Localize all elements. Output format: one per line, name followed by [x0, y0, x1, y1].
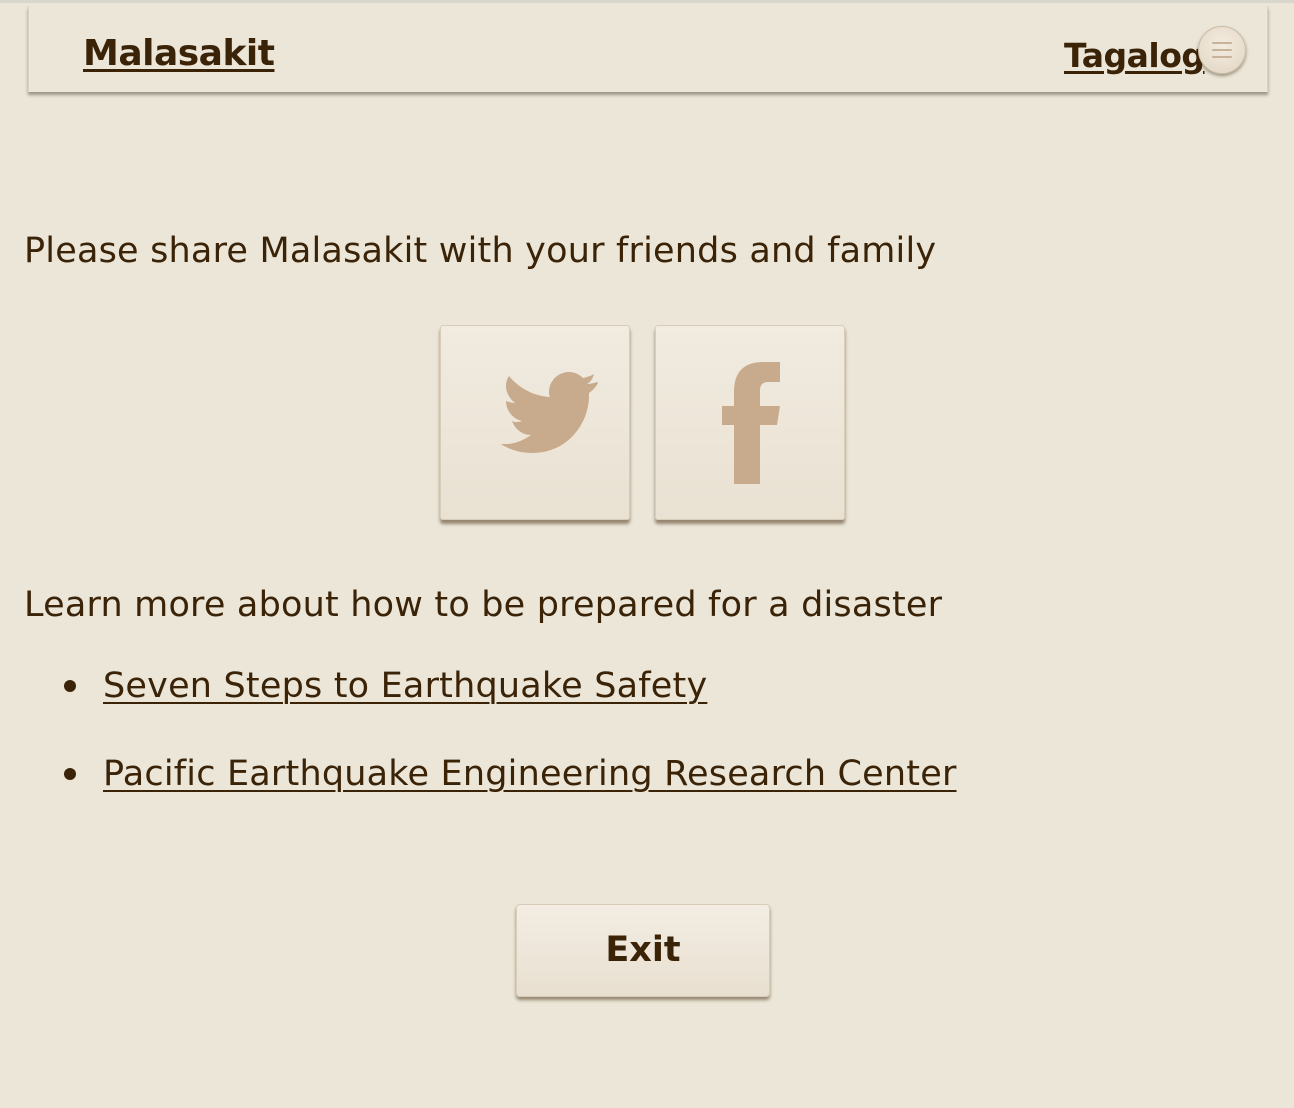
top-border [0, 0, 1294, 3]
app-header: Malasakit Tagalog [28, 6, 1268, 92]
menu-button[interactable] [1198, 26, 1246, 74]
twitter-bird-icon [501, 372, 598, 453]
earthquake-safety-link[interactable]: Seven Steps to Earthquake Safety [103, 663, 707, 709]
hamburger-menu-icon [1212, 42, 1232, 44]
language-toggle-link[interactable]: Tagalog [1064, 34, 1205, 78]
share-prompt: Please share Malasakit with your friends… [24, 231, 937, 271]
twitter-share-button[interactable] [440, 325, 630, 520]
brand-home-link[interactable]: Malasakit [83, 32, 275, 76]
peer-center-link[interactable]: Pacific Earthquake Engineering Research … [103, 751, 957, 797]
bullet-icon [64, 680, 76, 692]
list-item: Pacific Earthquake Engineering Research … [0, 748, 1000, 798]
list-item: Seven Steps to Earthquake Safety [0, 660, 1000, 710]
hamburger-menu-icon-line [1212, 56, 1232, 58]
bullet-icon [64, 768, 76, 780]
facebook-f-icon [722, 362, 780, 484]
facebook-share-button[interactable] [655, 325, 845, 520]
learn-more-heading: Learn more about how to be prepared for … [24, 585, 943, 625]
hamburger-menu-icon-line [1212, 49, 1232, 51]
exit-button[interactable]: Exit [516, 904, 770, 997]
